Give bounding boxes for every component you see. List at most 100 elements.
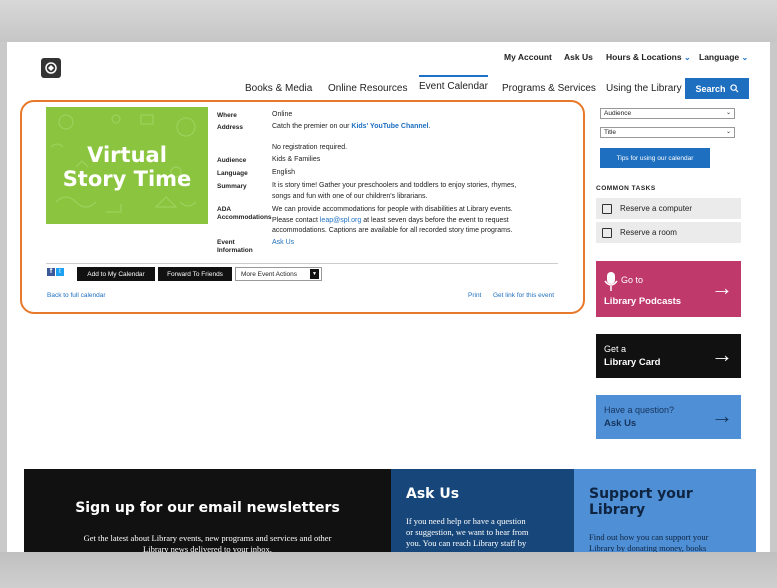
chevron-down-icon: ⌄ <box>725 129 731 135</box>
hours-locations-label: Hours & Locations <box>606 52 682 62</box>
nav-books-media[interactable]: Books & Media <box>245 83 312 94</box>
event-image-title: Virtual Story Time <box>46 143 208 191</box>
more-event-actions-button[interactable]: More Event Actions ▼ <box>235 267 322 281</box>
ask-us-promo[interactable]: Have a question? Ask Us → <box>596 395 741 439</box>
arrow-right-icon: → <box>711 275 733 300</box>
print-link[interactable]: Print <box>468 292 481 299</box>
library-card-promo-line2: Library Card <box>604 357 661 368</box>
podcasts-promo[interactable]: Go to Library Podcasts → <box>596 261 741 317</box>
reserve-room-task[interactable]: Reserve a room <box>596 222 741 243</box>
where-value: Online <box>272 111 293 118</box>
newsletter-text-line-2: Library news delivered to your inbox. <box>143 544 272 552</box>
ada-line-2a: Please contact <box>272 216 318 224</box>
chevron-down-icon: ⌄ <box>683 53 691 62</box>
ask-us-promo-line1: Have a question? <box>604 405 675 415</box>
summary-line-1: It is story time! Gather your preschoole… <box>272 182 517 189</box>
audience-select-value: Audience <box>604 110 632 117</box>
language-label: Language <box>699 52 740 62</box>
ada-line-2b: at least seven days before the event to … <box>363 216 509 224</box>
ask-us-promo-line2: Ask Us <box>604 418 637 429</box>
search-button[interactable]: Search <box>685 78 749 99</box>
ada-value: We can provide accommodations for people… <box>272 205 513 237</box>
where-label: Where <box>217 112 237 119</box>
support-text-line-2: Library by donating money, books <box>589 543 707 552</box>
hours-locations-menu[interactable]: Hours & Locations ⌄ <box>606 52 691 62</box>
newsletter-text-line-1: Get the latest about Library events, new… <box>83 533 332 543</box>
event-info-label-line-1: Event <box>217 239 235 246</box>
get-link-for-event[interactable]: Get link for this event <box>493 292 554 299</box>
title-select-value: Title <box>604 129 617 136</box>
reserve-computer-task[interactable]: Reserve a computer <box>596 198 741 219</box>
address-value: Catch the premier on our Kids' YouTube C… <box>272 123 431 130</box>
library-card-promo-line1: Get a <box>604 344 627 354</box>
support-heading-line-1: Support your <box>589 486 693 502</box>
common-tasks-heading: COMMON TASKS <box>596 185 656 192</box>
address-prefix: Catch the premier on our <box>272 123 350 130</box>
podcasts-promo-line2: Library Podcasts <box>604 296 682 307</box>
language-menu[interactable]: Language ⌄ <box>699 52 748 62</box>
twitter-icon[interactable]: t <box>56 268 64 276</box>
audience-value: Kids & Families <box>272 156 321 163</box>
nav-programs-services[interactable]: Programs & Services <box>502 83 596 94</box>
back-to-calendar-link[interactable]: Back to full calendar <box>47 292 106 299</box>
summary-value: It is story time! Gather your preschoole… <box>272 181 516 202</box>
more-event-actions-label: More Event Actions <box>241 270 297 278</box>
ask-us-heading: Ask Us <box>406 486 460 502</box>
support-text-line-1: Find out how you can support your <box>589 532 709 542</box>
summary-line-2: songs and fun with one of our children's… <box>272 192 428 200</box>
ada-label-line-2: Accommodations <box>217 214 272 221</box>
support-heading: Support your Library <box>589 486 693 518</box>
newsletter-section: Sign up for our email newsletters Get th… <box>24 469 391 552</box>
search-label: Search <box>695 83 726 94</box>
bottom-frame-band <box>0 552 777 588</box>
ask-us-text-line-1: If you need help or have a question <box>406 516 526 526</box>
support-heading-line-2: Library <box>589 502 646 518</box>
ada-line-1: We can provide accommodations for people… <box>272 206 513 213</box>
library-page: My Account Ask Us Hours & Locations ⌄ La… <box>7 42 770 552</box>
computer-icon <box>602 203 612 214</box>
ask-us-text-line-3: you. You can reach Library staff by <box>406 538 527 548</box>
event-info-label: Event Information <box>217 239 253 255</box>
dropdown-triangle-icon: ▼ <box>310 269 319 279</box>
ask-us-section: Ask Us If you need help or have a questi… <box>391 469 574 552</box>
ada-label: ADA Accommodations <box>217 206 272 222</box>
arrow-right-icon: → <box>711 342 733 367</box>
facebook-icon[interactable]: f <box>47 268 55 276</box>
my-account-link[interactable]: My Account <box>504 52 552 62</box>
language-field-label: Language <box>217 170 248 177</box>
ada-email-link[interactable]: leap@spl.org <box>320 217 361 224</box>
support-text: Find out how you can support your Librar… <box>589 532 708 552</box>
nav-online-resources[interactable]: Online Resources <box>328 83 407 94</box>
chevron-down-icon: ⌄ <box>741 53 749 62</box>
calendar-tips-button[interactable]: Tips for using our calendar <box>600 148 710 168</box>
support-section: Support your Library Find out how you ca… <box>574 469 756 552</box>
event-info-ask-us-link[interactable]: Ask Us <box>272 238 294 249</box>
language-value: English <box>272 169 295 176</box>
newsletter-heading: Sign up for our email newsletters <box>75 500 340 516</box>
ada-line-3: accommodations. Captions are available f… <box>272 227 513 234</box>
room-icon <box>602 227 612 238</box>
search-icon <box>729 84 739 93</box>
address-label: Address <box>217 124 244 131</box>
add-to-calendar-button[interactable]: Add to My Calendar <box>77 267 155 281</box>
library-card-promo[interactable]: Get a Library Card → <box>596 334 741 378</box>
forward-to-friends-button[interactable]: Forward To Friends <box>158 267 232 281</box>
chevron-down-icon: ⌄ <box>725 110 731 116</box>
podcasts-promo-line1: Go to <box>621 275 644 285</box>
ask-us-link[interactable]: Ask Us <box>564 52 593 62</box>
audience-select[interactable]: Audience ⌄ <box>600 108 735 119</box>
kids-youtube-link[interactable]: Kids' YouTube Channel <box>351 123 428 130</box>
event-image-title-line1: Virtual <box>87 143 167 167</box>
library-logo-icon[interactable] <box>41 58 61 78</box>
ask-us-text: If you need help or have a question or s… <box>406 516 529 549</box>
microphone-icon <box>604 272 618 291</box>
title-select[interactable]: Title ⌄ <box>600 127 735 138</box>
reserve-computer-label: Reserve a computer <box>620 204 693 213</box>
nav-using-the-library[interactable]: Using the Library <box>606 83 682 94</box>
newsletter-text: Get the latest about Library events, new… <box>24 533 391 552</box>
nav-event-calendar[interactable]: Event Calendar <box>419 75 488 92</box>
arrow-right-icon: → <box>711 403 733 428</box>
event-image: Virtual Story Time <box>46 107 208 224</box>
event-image-title-line2: Story Time <box>62 167 192 191</box>
ada-line-2: Please contact leap@spl.org at least sev… <box>272 216 513 227</box>
